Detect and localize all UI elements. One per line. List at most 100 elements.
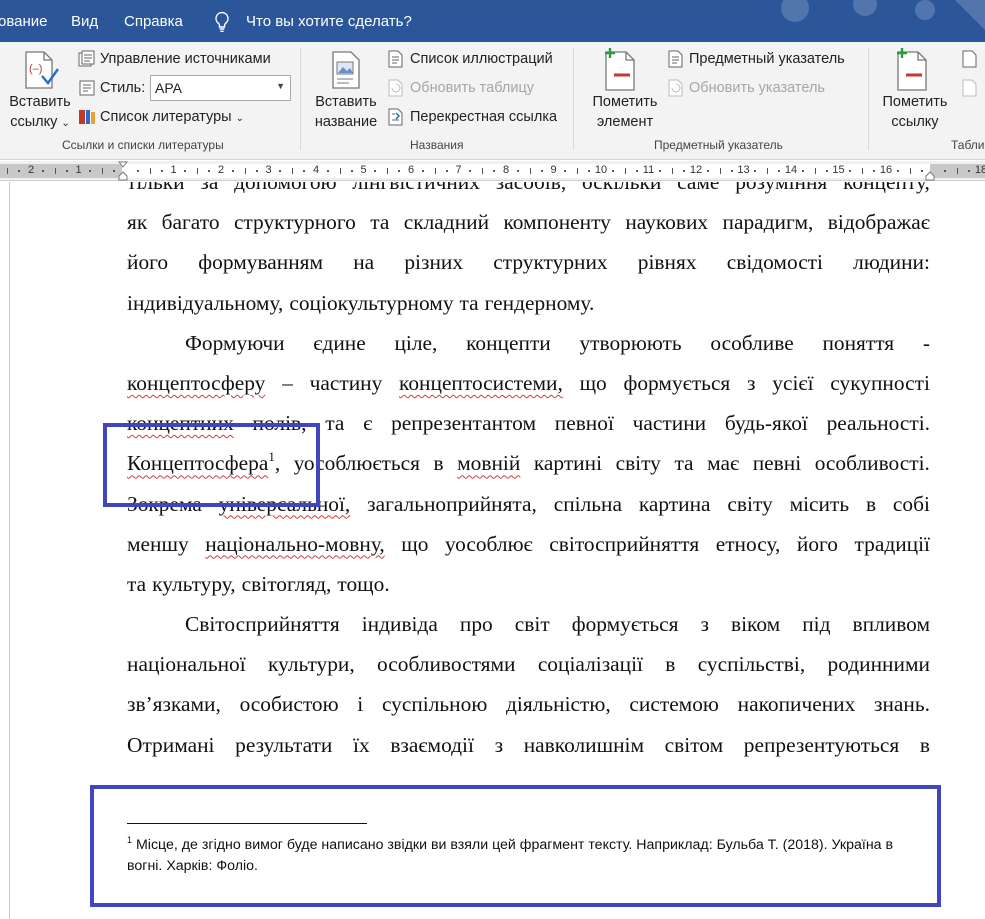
word: парадигм, [722,210,814,235]
table-of-figures-button[interactable]: Список иллюстраций [410,51,553,67]
title-pattern-decoration [781,0,985,30]
ruler-dot [540,170,543,172]
word: світом [664,732,724,757]
ruler-tick [719,168,721,174]
menu-tab-view[interactable]: Вид [71,13,98,30]
word: і [357,692,364,717]
text-line: концептосферу – частину концептосистеми, що ф… [127,363,930,403]
word: картина [638,491,711,516]
word: його [796,531,838,556]
word: - [922,330,930,355]
ribbon: (–) Вставить ссылку ⌄ Управление источни… [0,42,985,160]
ruler-text-area [122,164,930,178]
update-table-button[interactable]: Обновить таблицу [410,80,534,96]
document-canvas[interactable]: тільки за допомогою лінгвістичних засобів, ос… [0,182,985,919]
ruler-tick [814,168,816,174]
ruler-dot [398,170,401,172]
word: поняття [822,330,895,355]
word: з [700,612,709,637]
chevron-down-icon: ⌄ [235,113,244,124]
bibliography-button[interactable]: Список литературы ⌄ [100,109,244,125]
svg-text:(–): (–) [29,63,42,75]
word-spellcheck[interactable]: концептосистеми, [399,363,563,403]
ruler-dot [113,170,116,172]
manage-sources-button[interactable]: Управление источниками [100,51,271,67]
word: засобів, [495,182,567,194]
word: знань. [874,692,930,717]
word-spellcheck[interactable]: національно-мовну, [205,524,385,564]
ruler-dot [849,170,852,172]
word: світу [727,491,773,516]
word: собі [892,491,930,516]
word: ціле, [394,330,438,355]
word: утворюють [579,330,682,355]
horizontal-ruler[interactable]: 2 1 1 2 3 4 5 6 7 8 9 10 11 12 13 14 15 16 18 [0,161,985,181]
ruler-number: 5 [360,164,367,176]
ruler-tick [529,168,531,174]
text-line: тільки за допомогою лінгвістичних засобів, ос… [127,182,930,202]
ruler-number: 15 [832,164,845,176]
word-spellcheck[interactable]: концептосферу [127,363,265,403]
text-line: Формуючи єдине ціле, концепти утворюють особл… [127,323,930,363]
word: місить [789,491,850,516]
update-index-button[interactable]: Обновить указатель [689,80,825,96]
word: Формуючи [185,330,285,355]
word: меншу [127,531,189,556]
menu-tab-help[interactable]: Справка [124,13,183,30]
ruler-number: 2 [217,164,225,176]
style-dropdown[interactable]: APA ▼ [150,75,291,101]
word: компоненту [503,210,611,235]
ruler-tick [387,168,389,174]
table-of-authorities-icon [962,50,977,68]
ruler-dot [825,170,828,172]
ruler-tick [339,168,341,174]
insert-index-icon [668,50,683,68]
word: системою [629,692,719,717]
word: культуру, [152,571,236,596]
word: та [370,210,390,235]
page-edge [9,182,10,919]
text-line: Отримані результати їх взаємодії з навколишні… [127,725,930,765]
word: культури, [268,652,355,677]
tell-me-search[interactable]: Что вы хотите сделать? [246,13,412,30]
insert-citation-label-2: ссылку [10,114,58,130]
word: родинними [827,652,930,677]
cross-reference-button[interactable]: Перекрестная ссылка [410,109,557,125]
ruler-number: 13 [737,164,750,176]
mark-entry-label-1: Пометить [592,94,658,110]
ruler-dot [255,170,258,172]
word-spellcheck[interactable]: мовній [457,443,520,483]
word: світу [615,451,661,476]
ruler-dot [41,170,44,172]
ruler-dot [160,170,163,172]
word: картині [533,451,603,476]
menu-tab-review[interactable]: ование [0,13,48,30]
ruler-dot [873,170,876,172]
indent-marker-icon[interactable] [118,161,128,181]
word: формується [623,370,731,395]
word: з [747,370,756,395]
word: в [865,491,877,516]
cross-reference-icon [388,108,403,126]
word: тощо. [337,571,390,596]
word: віком [731,612,781,637]
word: концепту, [843,182,930,194]
ruler-dot [184,170,187,172]
word: уособлює [444,531,533,556]
insert-index-button[interactable]: Предметный указатель [689,51,845,67]
ruler-dot [754,170,757,172]
word: світосприйняття [549,531,700,556]
word: світогляд, [241,571,332,596]
highlight-box-footnote [90,785,941,907]
ruler-dot [136,170,139,172]
word: діяльністю, [506,692,611,717]
word: особливості. [814,451,930,476]
right-indent-marker-icon[interactable] [925,161,935,181]
ruler-tick [482,168,484,174]
text-line: його формуванням на різних структурних рівнях… [127,242,930,282]
ruler-dot [896,170,899,172]
word: та [325,411,345,436]
word: та [674,451,694,476]
word: національної [127,652,246,677]
word: формується [571,612,679,637]
